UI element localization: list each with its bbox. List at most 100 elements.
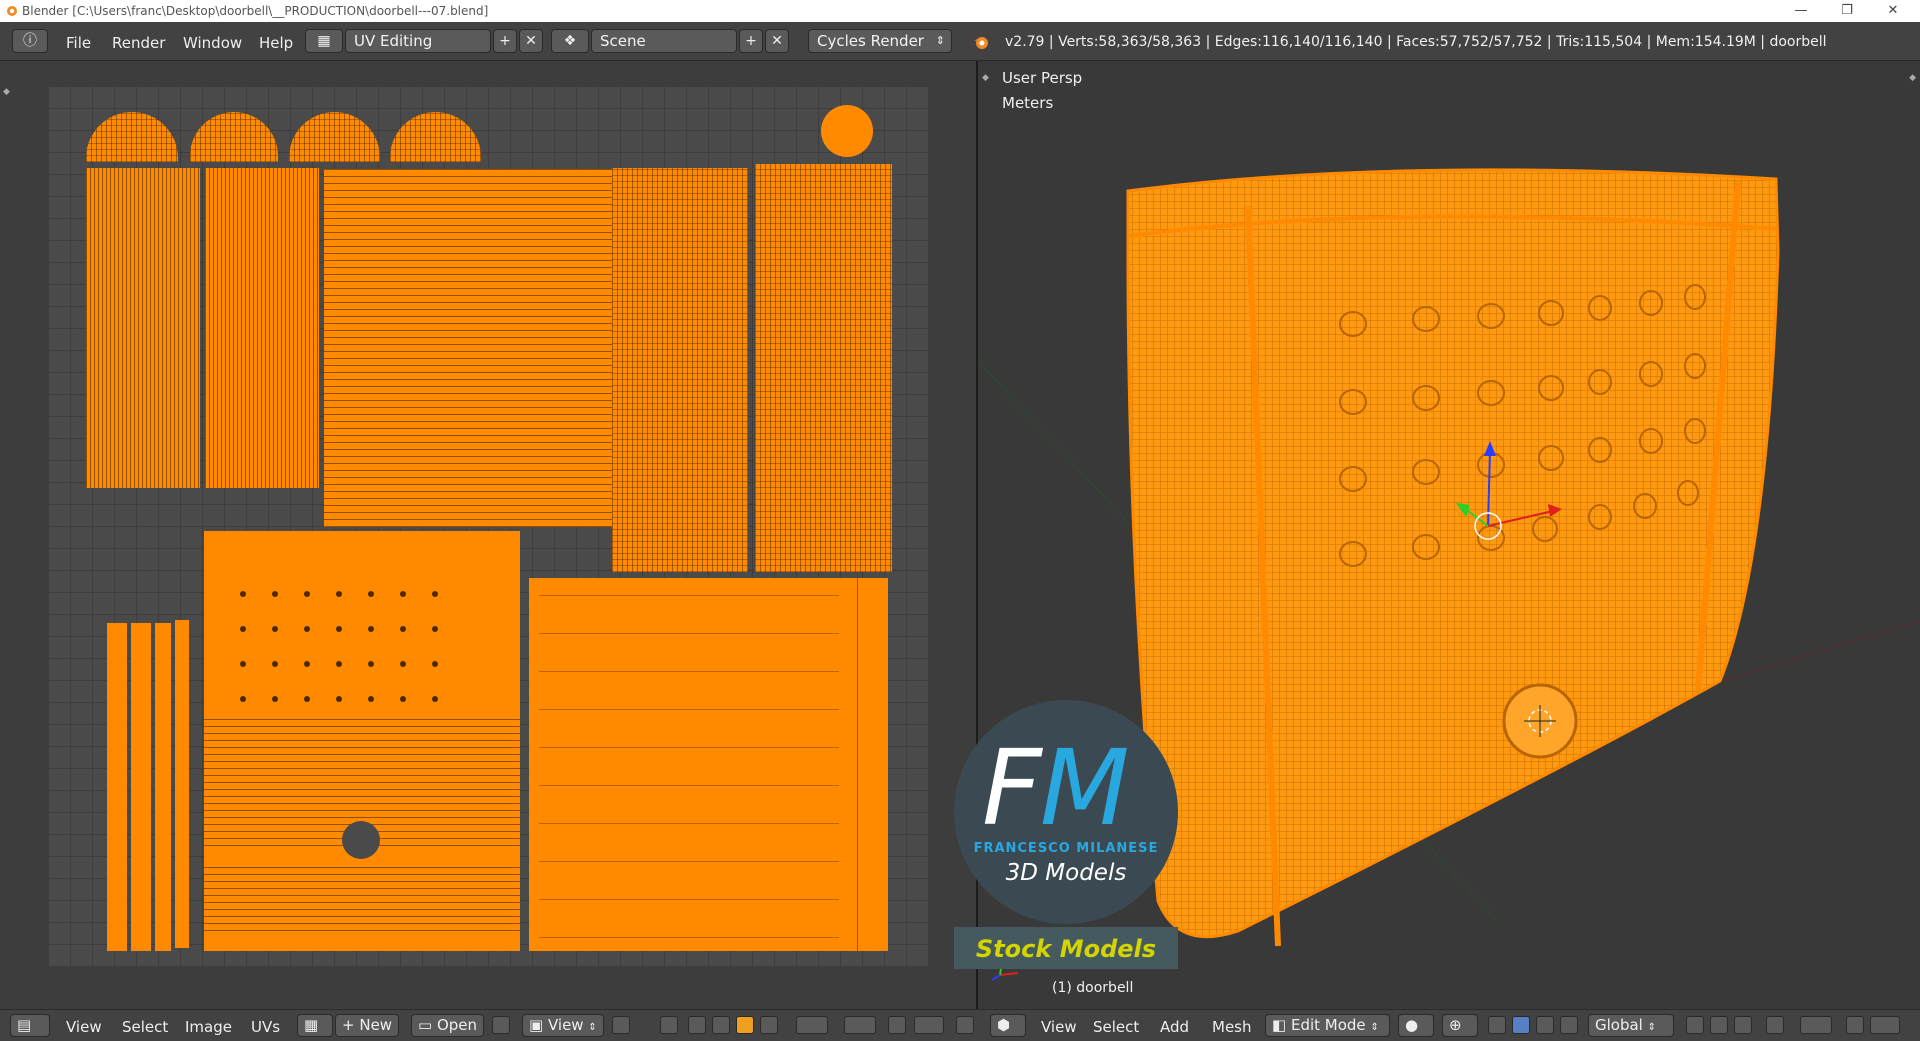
- uv-island-front-panel: [204, 531, 520, 951]
- proportional-edit-icon[interactable]: [796, 1016, 828, 1034]
- screen-layout-field[interactable]: UV Editing: [345, 29, 491, 53]
- plus-icon: +: [745, 33, 757, 49]
- uv-menu-select[interactable]: Select: [122, 1018, 168, 1036]
- uv-island: [755, 164, 892, 572]
- island-select-icon[interactable]: [760, 1016, 778, 1034]
- info-icon: ⓘ: [23, 33, 37, 49]
- uv-hole-dot: [368, 626, 374, 632]
- blender-logo-icon: [7, 6, 17, 16]
- uv-menu-image[interactable]: Image: [185, 1018, 232, 1036]
- updown-arrow-icon: ⇕: [935, 34, 945, 47]
- close-window-button[interactable]: ✕: [1870, 0, 1916, 22]
- uv-hole-dot: [272, 591, 278, 597]
- minimize-button[interactable]: —: [1778, 0, 1824, 22]
- view-mode-select[interactable]: ▣ View ⇕: [522, 1014, 604, 1037]
- uv-island: [612, 168, 748, 572]
- render-engine-label: Cycles Render: [817, 32, 924, 50]
- uv-hole-dot: [272, 696, 278, 702]
- uv-hole-dot: [368, 591, 374, 597]
- add-screen-button[interactable]: +: [493, 29, 517, 53]
- menu-render[interactable]: Render: [112, 34, 165, 52]
- 3d-menu-mesh[interactable]: Mesh: [1212, 1018, 1252, 1036]
- restore-button[interactable]: ❐: [1824, 0, 1870, 22]
- doorbell-mesh[interactable]: [1126, 168, 1780, 939]
- occlude-geometry-icon[interactable]: [1766, 1016, 1784, 1034]
- uv-hole-dot: [432, 696, 438, 702]
- uv-mesh-band: [204, 861, 520, 931]
- render-engine-select[interactable]: Cycles Render ⇕: [808, 29, 952, 53]
- translate-manipulator-icon[interactable]: [1512, 1016, 1530, 1034]
- fm-logo-name: FRANCESCO MILANESE: [973, 841, 1159, 856]
- active-object-label: (1) doorbell: [1052, 980, 1134, 996]
- snap-element-icon[interactable]: [914, 1016, 944, 1034]
- delete-scene-button[interactable]: ✕: [765, 29, 789, 53]
- fm-logo-letters: FM: [982, 736, 1130, 840]
- uv-menu-uvs[interactable]: UVs: [251, 1018, 280, 1036]
- uv-island: [175, 620, 189, 948]
- open-image-label: Open: [436, 1016, 478, 1034]
- face-select-icon[interactable]: [736, 1016, 754, 1034]
- region-toggle-icon[interactable]: ◆: [3, 87, 10, 97]
- menu-help[interactable]: Help: [259, 34, 293, 52]
- snap-element-icon[interactable]: [1870, 1016, 1900, 1034]
- snap-icon[interactable]: [844, 1016, 876, 1034]
- editor-footers: ▤ View Select Image UVs ▦ + New ▭ Open ▣…: [0, 1009, 1920, 1041]
- pin-icon[interactable]: [492, 1016, 510, 1034]
- uv-hole-dot: [368, 661, 374, 667]
- new-image-button[interactable]: + New: [335, 1014, 400, 1037]
- uv-hole-dot: [304, 661, 310, 667]
- 3d-menu-view[interactable]: View: [1041, 1018, 1077, 1036]
- uv-hole: [342, 821, 380, 859]
- scene-field[interactable]: Scene: [591, 29, 737, 53]
- updown-arrow-icon: ⇕: [1370, 1022, 1379, 1033]
- proportional-edit-icon[interactable]: [1800, 1016, 1832, 1034]
- uv-island: [390, 112, 481, 162]
- manipulator-toggle-icon[interactable]: [1488, 1016, 1506, 1034]
- delete-screen-button[interactable]: ✕: [519, 29, 543, 53]
- scale-manipulator-icon[interactable]: [1560, 1016, 1578, 1034]
- edge-select-icon[interactable]: [712, 1016, 730, 1034]
- mode-select[interactable]: ◧ Edit Mode ⇕: [1265, 1014, 1390, 1037]
- 3d-menu-add[interactable]: Add: [1160, 1018, 1189, 1036]
- 3d-menu-select[interactable]: Select: [1093, 1018, 1139, 1036]
- uv-hole-dot: [400, 696, 406, 702]
- menu-window[interactable]: Window: [183, 34, 242, 52]
- uv-grid[interactable]: [48, 86, 928, 966]
- uv-island: [857, 578, 888, 951]
- uv-island: [86, 112, 178, 162]
- close-icon: ✕: [771, 33, 783, 49]
- image-browse-button[interactable]: ▦: [297, 1014, 333, 1037]
- screen-layout-browse-button[interactable]: ▦: [305, 29, 343, 53]
- uv-hole-dot: [240, 696, 246, 702]
- add-scene-button[interactable]: +: [739, 29, 763, 53]
- uv-hole-dot: [240, 661, 246, 667]
- uv-editor-type-button[interactable]: ▤: [10, 1014, 50, 1037]
- shading-select[interactable]: ●: [1398, 1014, 1434, 1037]
- mode-label: Edit Mode: [1290, 1016, 1366, 1034]
- uv-island: [86, 168, 200, 488]
- pivot-select[interactable]: ⊕: [1442, 1014, 1478, 1037]
- 3d-editor-type-button[interactable]: ⬢: [990, 1014, 1026, 1037]
- layer-icon[interactable]: [1686, 1016, 1704, 1034]
- transform-orientation-select[interactable]: Global ⇕: [1588, 1014, 1674, 1037]
- snap-icon[interactable]: [1846, 1016, 1864, 1034]
- uv-hole-dot: [272, 626, 278, 632]
- scene-browse-button[interactable]: ❖: [551, 29, 589, 53]
- rotate-manipulator-icon[interactable]: [1536, 1016, 1554, 1034]
- uv-image-editor[interactable]: ◆: [0, 61, 976, 1009]
- uv-hole-dot: [304, 626, 310, 632]
- vertex-select-icon[interactable]: [1710, 1016, 1728, 1034]
- sphere-icon: ●: [1405, 1016, 1419, 1034]
- uv-sync-icon[interactable]: [888, 1016, 906, 1034]
- uv-menu-view[interactable]: View: [66, 1018, 102, 1036]
- sticky-select-icon[interactable]: [660, 1016, 678, 1034]
- display-icon[interactable]: [956, 1016, 974, 1034]
- vertex-select-icon[interactable]: [688, 1016, 706, 1034]
- folder-icon: ▭: [418, 1016, 433, 1034]
- info-editor-type-button[interactable]: ⓘ: [12, 29, 48, 53]
- menu-file[interactable]: File: [66, 34, 91, 52]
- edge-select-icon[interactable]: [1734, 1016, 1752, 1034]
- open-image-button[interactable]: ▭ Open: [411, 1014, 485, 1037]
- uv-island: [131, 623, 151, 951]
- pivot-icon[interactable]: [612, 1016, 630, 1034]
